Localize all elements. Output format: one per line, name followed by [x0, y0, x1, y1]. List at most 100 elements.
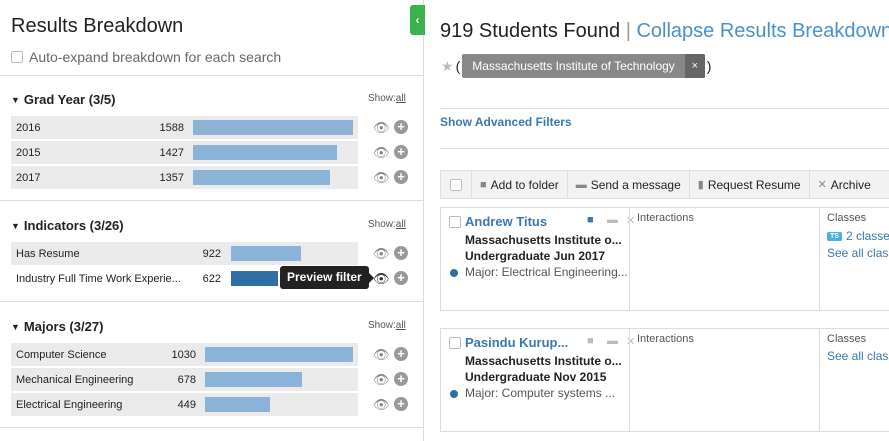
preview-filter-tooltip: Preview filter: [280, 266, 374, 289]
student-major: Major: Computer systems ...: [465, 386, 616, 400]
divider: [440, 148, 889, 149]
row-count: 1588: [159, 122, 184, 134]
show-all-control: Show:all: [368, 320, 406, 331]
show-all-link[interactable]: all: [396, 93, 406, 104]
select-all-checkbox[interactable]: [450, 178, 462, 191]
interactions-header: Interactions: [637, 333, 694, 345]
chevron-left-icon: ‹: [415, 13, 420, 27]
close-icon[interactable]: ×: [684, 54, 705, 78]
folder-icon: ■: [480, 178, 487, 191]
message-icon[interactable]: ▬: [607, 335, 618, 347]
row-bar: [193, 145, 337, 160]
eye-icon[interactable]: 👁: [373, 397, 390, 413]
section-majors-header[interactable]: ▼ Majors (3/27): [11, 319, 103, 334]
show-advanced-filters-link[interactable]: Show Advanced Filters: [440, 115, 572, 129]
classes-link[interactable]: TS 2 classe: [827, 229, 889, 243]
row-label: 2016: [16, 122, 41, 134]
plus-circle-icon[interactable]: +: [394, 347, 408, 361]
auto-expand-option[interactable]: Auto-expand breakdown for each search: [11, 49, 281, 65]
results-panel: 919 Students Found | Collapse Results Br…: [425, 0, 889, 441]
interactions-header: Interactions: [637, 212, 694, 224]
section-heading: Indicators (3/26): [23, 218, 124, 233]
eye-icon[interactable]: 👁: [373, 271, 390, 287]
folder-icon[interactable]: ■: [587, 214, 594, 226]
section-heading: Majors (3/27): [23, 319, 104, 334]
filter-paren-close: ): [706, 58, 712, 74]
eye-icon[interactable]: 👁: [373, 170, 390, 186]
results-count: 919 Students Found: [440, 20, 621, 42]
section-grad-year-header[interactable]: ▼ Grad Year (3/5): [11, 92, 115, 107]
eye-icon[interactable]: 👁: [373, 372, 390, 388]
plus-circle-icon[interactable]: +: [394, 145, 408, 159]
filter-chip: Massachusetts Institute of Technology ×: [462, 54, 705, 78]
classes-header: Classes: [827, 333, 867, 345]
breakdown-row[interactable]: 2015 1427: [11, 141, 358, 164]
collapse-breakdown-link[interactable]: Collapse Results Breakdown: [636, 20, 889, 42]
divider: [0, 427, 424, 428]
status-dot: [450, 390, 458, 398]
bulk-actions-toolbar: ■ Add to folder ▬ Send a message ▮ Request …: [440, 170, 889, 199]
request-resume-button[interactable]: ▮ Request Resume: [690, 171, 810, 198]
plus-circle-icon[interactable]: +: [394, 271, 408, 285]
breakdown-row[interactable]: 2016 1588: [11, 116, 358, 139]
student-card: Pasindu Kurup... ■ ▬ ✕ Massachusetts Ins…: [440, 328, 889, 432]
archive-button[interactable]: ✕ Archive: [810, 171, 879, 198]
breakdown-row[interactable]: Mechanical Engineering 678: [11, 368, 358, 391]
section-heading: Grad Year (3/5): [23, 92, 116, 107]
breakdown-row[interactable]: Has Resume 922: [11, 242, 358, 265]
add-to-folder-button[interactable]: ■ Add to folder: [472, 171, 568, 198]
show-all-control: Show:all: [368, 93, 406, 104]
auto-expand-checkbox[interactable]: [11, 51, 23, 63]
classes-header: Classes: [827, 212, 867, 224]
row-count: 622: [202, 273, 221, 285]
results-header: 919 Students Found | Collapse Results Br…: [440, 20, 889, 43]
student-school: Massachusetts Institute o...: [465, 354, 622, 368]
section-indicators-header[interactable]: ▼ Indicators (3/26): [11, 218, 124, 233]
breakdown-row[interactable]: Electrical Engineering 449: [11, 393, 358, 416]
eye-icon[interactable]: 👁: [373, 145, 390, 161]
breakdown-row[interactable]: Computer Science 1030: [11, 343, 358, 366]
message-icon[interactable]: ▬: [607, 214, 618, 226]
message-icon: ▬: [575, 178, 587, 191]
student-checkbox[interactable]: [449, 337, 461, 349]
plus-circle-icon[interactable]: +: [394, 372, 408, 386]
collapse-panel-tab[interactable]: ‹: [410, 5, 425, 35]
close-icon[interactable]: ✕: [626, 335, 635, 348]
row-label: Electrical Engineering: [16, 399, 123, 411]
row-label: 2015: [16, 147, 41, 159]
plus-circle-icon[interactable]: +: [394, 246, 408, 260]
show-all-link[interactable]: all: [396, 219, 406, 230]
star-icon[interactable]: ★: [441, 58, 454, 75]
document-icon: ▮: [697, 179, 704, 191]
status-dot: [450, 269, 458, 277]
row-bar: [231, 246, 301, 261]
show-all-link[interactable]: all: [396, 320, 406, 331]
close-icon[interactable]: ✕: [626, 214, 635, 227]
row-bar: [205, 372, 302, 387]
column-divider: [629, 329, 630, 431]
see-all-classes-link[interactable]: See all class: [827, 246, 889, 260]
row-bar: [205, 397, 270, 412]
breakdown-row[interactable]: 2017 1357: [11, 166, 358, 189]
results-breakdown-panel: Results Breakdown Auto-expand breakdown …: [0, 0, 424, 441]
row-count: 1427: [159, 147, 184, 159]
eye-icon[interactable]: 👁: [373, 120, 390, 136]
eye-icon[interactable]: 👁: [373, 347, 390, 363]
plus-circle-icon[interactable]: +: [394, 397, 408, 411]
see-all-classes-link[interactable]: See all class: [827, 349, 889, 363]
student-name-link[interactable]: Pasindu Kurup...: [465, 335, 568, 350]
plus-circle-icon[interactable]: +: [394, 170, 408, 184]
filter-paren-open: (: [455, 58, 461, 74]
row-bar: [231, 271, 278, 286]
divider: [440, 108, 889, 109]
divider: [0, 301, 424, 302]
student-checkbox[interactable]: [449, 216, 461, 228]
send-message-button[interactable]: ▬ Send a message: [568, 171, 690, 198]
row-label: 2017: [16, 172, 41, 184]
student-grad: Undergraduate Nov 2015: [465, 370, 607, 384]
row-bar: [193, 120, 353, 135]
folder-icon[interactable]: ■: [587, 335, 594, 347]
eye-icon[interactable]: 👁: [373, 246, 390, 262]
plus-circle-icon[interactable]: +: [394, 120, 408, 134]
student-name-link[interactable]: Andrew Titus: [465, 214, 547, 229]
